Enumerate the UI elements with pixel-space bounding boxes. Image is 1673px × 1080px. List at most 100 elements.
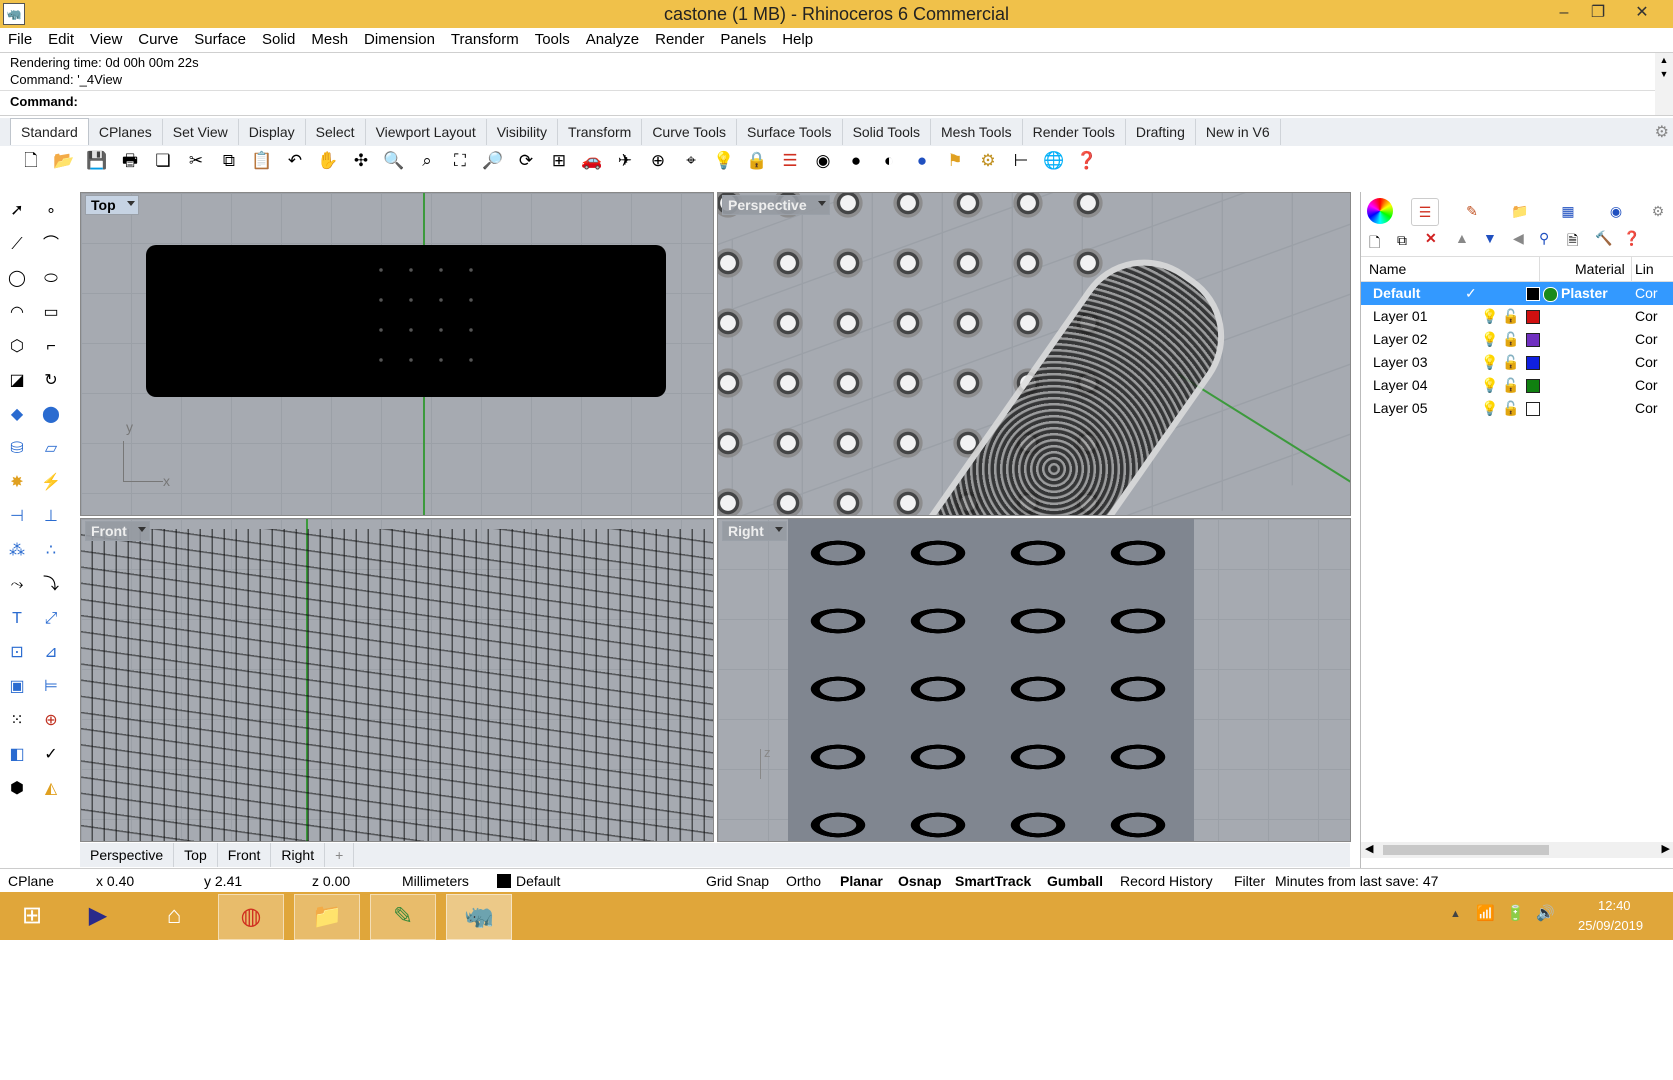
help-icon[interactable]: ❓ xyxy=(1623,230,1640,247)
zoom-extents-icon[interactable]: ⛶ xyxy=(447,148,473,174)
clock-date[interactable]: 25/09/2019 xyxy=(1578,918,1643,933)
viewport-top[interactable]: y x Top xyxy=(80,192,714,516)
layer-color-swatch[interactable] xyxy=(1526,333,1540,347)
shade-icon[interactable]: ● xyxy=(843,148,869,174)
analyze-icon[interactable]: ◧ xyxy=(4,742,30,768)
tab-mesh-tools[interactable]: Mesh Tools xyxy=(931,119,1023,145)
tab-visibility[interactable]: Visibility xyxy=(487,119,559,145)
curve-icon[interactable]: ⌒ xyxy=(38,232,64,258)
dimension-tool-icon[interactable]: ⊨ xyxy=(38,674,64,700)
filter-layers-icon[interactable]: ⚲ xyxy=(1539,230,1549,247)
unlock-icon[interactable]: 🔓 xyxy=(1502,305,1519,328)
viewport-title-top[interactable]: Top xyxy=(85,195,139,215)
filter-icon[interactable]: ⚑ xyxy=(942,148,968,174)
unlock-icon[interactable]: 🔓 xyxy=(1502,397,1519,420)
zoom-window-icon[interactable]: ⌕ xyxy=(414,148,440,174)
properties-tab-icon[interactable]: ✎ xyxy=(1459,198,1485,224)
record-history-toggle[interactable]: Record History xyxy=(1120,869,1213,893)
lightbulb-icon[interactable]: 💡 xyxy=(1481,351,1498,374)
polyline-icon[interactable]: ⟋ xyxy=(4,232,30,258)
mesh-icon[interactable]: ⬢ xyxy=(4,776,30,802)
unlock-icon[interactable]: 🔓 xyxy=(1502,328,1519,351)
planar-toggle[interactable]: Planar xyxy=(840,869,883,893)
unlock-icon[interactable]: 🔓 xyxy=(1502,374,1519,397)
cplane-icon[interactable]: ⊕ xyxy=(645,148,671,174)
menu-render[interactable]: Render xyxy=(647,28,712,52)
import-icon[interactable]: ❏ xyxy=(150,148,176,174)
cylinder-icon[interactable]: ⛁ xyxy=(4,436,30,462)
layer-color-swatch[interactable] xyxy=(1526,379,1540,393)
cut-icon[interactable]: ✂ xyxy=(183,148,209,174)
folder-tab-icon[interactable]: 📁 xyxy=(1507,198,1533,224)
pan-hand-icon[interactable]: ✋ xyxy=(315,148,341,174)
ghost-icon[interactable]: ✈ xyxy=(612,148,638,174)
plane-icon[interactable]: ▱ xyxy=(38,436,64,462)
osnap-toggle[interactable]: Osnap xyxy=(898,869,942,893)
rectangle-icon[interactable]: ▭ xyxy=(38,300,64,326)
tab-surface-tools[interactable]: Surface Tools xyxy=(737,119,843,145)
boolean-union-icon[interactable]: ⬤ xyxy=(38,402,64,428)
volume-icon[interactable]: 🔊 xyxy=(1536,904,1555,922)
tab-standard[interactable]: Standard xyxy=(10,118,89,145)
split-icon[interactable]: ⚡ xyxy=(38,470,64,496)
menu-solid[interactable]: Solid xyxy=(254,28,303,52)
revolve-icon[interactable]: ↻ xyxy=(38,368,64,394)
current-layer-check-icon[interactable]: ✓ xyxy=(1465,282,1477,305)
menu-tools[interactable]: Tools xyxy=(527,28,578,52)
tab-set-view[interactable]: Set View xyxy=(163,119,239,145)
viewport-tab-front[interactable]: Front xyxy=(218,843,272,867)
viewport-tab-right[interactable]: Right xyxy=(271,843,326,867)
trim-icon[interactable]: ⊣ xyxy=(4,504,30,530)
settings-gear-icon[interactable]: ⚙ xyxy=(1655,122,1669,142)
tab-curve-tools[interactable]: Curve Tools xyxy=(642,119,737,145)
blue-sphere-icon[interactable]: ● xyxy=(909,148,935,174)
array-icon[interactable]: ⊡ xyxy=(4,640,30,666)
point-icon[interactable]: ∘ xyxy=(38,198,64,224)
viewport-perspective[interactable]: Perspective xyxy=(717,192,1351,516)
menu-dimension[interactable]: Dimension xyxy=(356,28,443,52)
viewport-title-front[interactable]: Front xyxy=(85,521,150,541)
layer-color-swatch[interactable] xyxy=(1526,310,1540,324)
arc-icon[interactable]: ◠ xyxy=(4,300,30,326)
lightbulb-icon[interactable]: 💡 xyxy=(1481,328,1498,351)
layer-color-swatch[interactable] xyxy=(1526,402,1540,416)
scrollbar-thumb[interactable] xyxy=(1383,845,1549,855)
file-explorer-icon[interactable]: 📁 xyxy=(294,894,360,940)
close-button[interactable]: ✕ xyxy=(1625,0,1659,26)
print-icon[interactable]: 🖶 xyxy=(117,148,143,174)
column-name[interactable]: Name xyxy=(1369,257,1406,281)
layer-state-icon[interactable]: 🗎 xyxy=(1567,230,1578,254)
light-icon[interactable]: 💡 xyxy=(711,148,737,174)
command-scrollbar[interactable]: ▲ ▼ xyxy=(1655,53,1673,115)
scroll-up-icon[interactable]: ▲ xyxy=(1655,53,1673,67)
lightbulb-icon[interactable]: 💡 xyxy=(1481,305,1498,328)
globe-icon[interactable]: 🌐 xyxy=(1041,148,1067,174)
filter-toggle[interactable]: Filter xyxy=(1234,869,1265,893)
layer-row[interactable]: Layer 01 💡 🔓 Cor xyxy=(1361,305,1673,328)
group-icon[interactable]: ⁂ xyxy=(4,538,30,564)
home-icon[interactable]: ⌂ xyxy=(142,894,206,938)
rotate-view-icon[interactable]: ✣ xyxy=(348,148,374,174)
viewport-front[interactable]: Front xyxy=(80,518,714,842)
media-player-icon[interactable]: ▶ xyxy=(66,894,130,938)
save-icon[interactable]: 💾 xyxy=(84,148,110,174)
menu-edit[interactable]: Edit xyxy=(40,28,82,52)
layers-icon[interactable]: ☰ xyxy=(777,148,803,174)
menu-curve[interactable]: Curve xyxy=(130,28,186,52)
undo-icon[interactable]: ↶ xyxy=(282,148,308,174)
network-icon[interactable]: 📶 xyxy=(1476,904,1495,922)
paste-icon[interactable]: 📋 xyxy=(249,148,275,174)
tab-drafting[interactable]: Drafting xyxy=(1126,119,1196,145)
layer-row[interactable]: Default ✓ Plaster Cor xyxy=(1361,282,1673,305)
circle-icon[interactable]: ◯ xyxy=(4,266,30,292)
zoom-icon[interactable]: 🔍 xyxy=(381,148,407,174)
color-wheel-tab-icon[interactable] xyxy=(1367,198,1393,224)
ellipse-icon[interactable]: ⬭ xyxy=(38,266,64,292)
dimension-icon[interactable]: ⊢ xyxy=(1008,148,1034,174)
rhino-taskbar-icon[interactable]: 🦏 xyxy=(446,894,512,940)
layer-row[interactable]: Layer 03 💡 🔓 Cor xyxy=(1361,351,1673,374)
new-sublayer-icon[interactable]: ⧉ xyxy=(1397,232,1407,249)
chevron-down-icon[interactable] xyxy=(817,201,826,206)
layers-tab-icon[interactable]: ☰ xyxy=(1411,198,1439,226)
smarttrack-toggle[interactable]: SmartTrack xyxy=(955,869,1031,893)
